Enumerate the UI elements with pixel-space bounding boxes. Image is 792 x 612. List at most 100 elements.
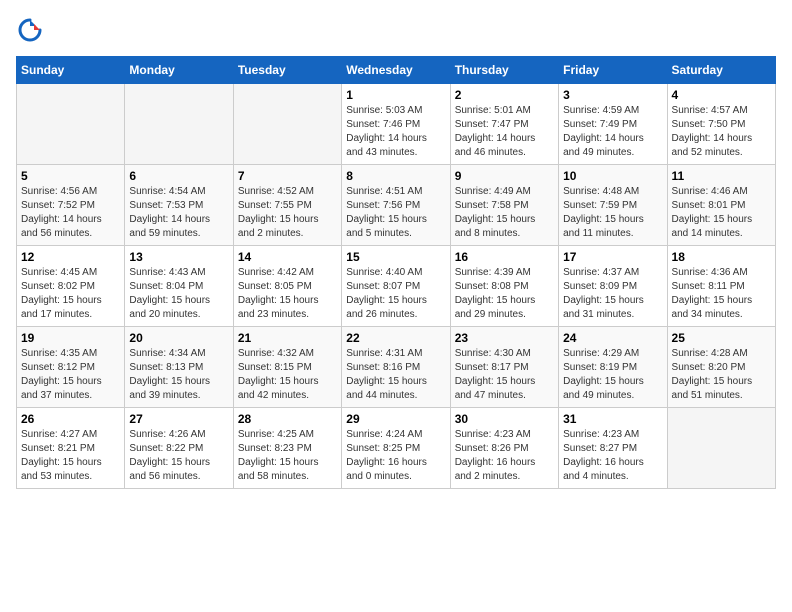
calendar-cell: 20 Sunrise: 4:34 AMSunset: 8:13 PMDayligh…	[125, 327, 233, 408]
calendar-cell: 3 Sunrise: 4:59 AMSunset: 7:49 PMDaylight…	[559, 84, 667, 165]
calendar-cell: 12 Sunrise: 4:45 AMSunset: 8:02 PMDayligh…	[17, 246, 125, 327]
calendar-week-1: 1 Sunrise: 5:03 AMSunset: 7:46 PMDaylight…	[17, 84, 776, 165]
calendar-cell: 25 Sunrise: 4:28 AMSunset: 8:20 PMDayligh…	[667, 327, 775, 408]
calendar-week-4: 19 Sunrise: 4:35 AMSunset: 8:12 PMDayligh…	[17, 327, 776, 408]
day-number: 13	[129, 250, 228, 264]
calendar-cell: 21 Sunrise: 4:32 AMSunset: 8:15 PMDayligh…	[233, 327, 341, 408]
day-info: Sunrise: 4:49 AMSunset: 7:58 PMDaylight:…	[455, 185, 554, 241]
calendar-cell: 22 Sunrise: 4:31 AMSunset: 8:16 PMDayligh…	[342, 327, 450, 408]
day-number: 20	[129, 331, 228, 345]
calendar-cell: 24 Sunrise: 4:29 AMSunset: 8:19 PMDayligh…	[559, 327, 667, 408]
day-info: Sunrise: 4:43 AMSunset: 8:04 PMDaylight:…	[129, 266, 228, 322]
day-info: Sunrise: 4:57 AMSunset: 7:50 PMDaylight:…	[672, 104, 771, 160]
day-info: Sunrise: 4:40 AMSunset: 8:07 PMDaylight:…	[346, 266, 445, 322]
calendar-cell	[233, 84, 341, 165]
day-info: Sunrise: 4:28 AMSunset: 8:20 PMDaylight:…	[672, 347, 771, 403]
day-number: 25	[672, 331, 771, 345]
day-info: Sunrise: 4:42 AMSunset: 8:05 PMDaylight:…	[238, 266, 337, 322]
calendar-cell: 5 Sunrise: 4:56 AMSunset: 7:52 PMDaylight…	[17, 165, 125, 246]
calendar-cell: 14 Sunrise: 4:42 AMSunset: 8:05 PMDayligh…	[233, 246, 341, 327]
day-info: Sunrise: 4:37 AMSunset: 8:09 PMDaylight:…	[563, 266, 662, 322]
day-number: 17	[563, 250, 662, 264]
day-info: Sunrise: 5:03 AMSunset: 7:46 PMDaylight:…	[346, 104, 445, 160]
calendar-cell: 28 Sunrise: 4:25 AMSunset: 8:23 PMDayligh…	[233, 408, 341, 489]
day-number: 11	[672, 169, 771, 183]
logo-icon	[16, 16, 44, 44]
day-number: 28	[238, 412, 337, 426]
day-info: Sunrise: 4:39 AMSunset: 8:08 PMDaylight:…	[455, 266, 554, 322]
calendar-cell: 9 Sunrise: 4:49 AMSunset: 7:58 PMDaylight…	[450, 165, 558, 246]
page-header	[16, 16, 776, 44]
day-number: 9	[455, 169, 554, 183]
calendar-cell: 11 Sunrise: 4:46 AMSunset: 8:01 PMDayligh…	[667, 165, 775, 246]
day-number: 27	[129, 412, 228, 426]
day-number: 8	[346, 169, 445, 183]
day-number: 14	[238, 250, 337, 264]
calendar-cell: 6 Sunrise: 4:54 AMSunset: 7:53 PMDaylight…	[125, 165, 233, 246]
day-number: 1	[346, 88, 445, 102]
day-number: 22	[346, 331, 445, 345]
calendar-cell: 19 Sunrise: 4:35 AMSunset: 8:12 PMDayligh…	[17, 327, 125, 408]
day-number: 10	[563, 169, 662, 183]
calendar-week-5: 26 Sunrise: 4:27 AMSunset: 8:21 PMDayligh…	[17, 408, 776, 489]
weekday-header-saturday: Saturday	[667, 57, 775, 84]
day-info: Sunrise: 4:54 AMSunset: 7:53 PMDaylight:…	[129, 185, 228, 241]
day-info: Sunrise: 5:01 AMSunset: 7:47 PMDaylight:…	[455, 104, 554, 160]
day-info: Sunrise: 4:46 AMSunset: 8:01 PMDaylight:…	[672, 185, 771, 241]
calendar-cell: 27Sunrise: 4:26 AMSunset: 8:22 PMDayligh…	[125, 408, 233, 489]
day-info: Sunrise: 4:23 AMSunset: 8:26 PMDaylight:…	[455, 428, 554, 484]
day-info: Sunrise: 4:52 AMSunset: 7:55 PMDaylight:…	[238, 185, 337, 241]
day-number: 19	[21, 331, 120, 345]
calendar-table: SundayMondayTuesdayWednesdayThursdayFrid…	[16, 56, 776, 489]
day-info: Sunrise: 4:24 AMSunset: 8:25 PMDaylight:…	[346, 428, 445, 484]
calendar-cell	[125, 84, 233, 165]
day-info: Sunrise: 4:29 AMSunset: 8:19 PMDaylight:…	[563, 347, 662, 403]
day-number: 3	[563, 88, 662, 102]
day-number: 16	[455, 250, 554, 264]
weekday-header-wednesday: Wednesday	[342, 57, 450, 84]
weekday-header-thursday: Thursday	[450, 57, 558, 84]
calendar-cell: 1 Sunrise: 5:03 AMSunset: 7:46 PMDaylight…	[342, 84, 450, 165]
day-info: Sunrise: 4:34 AMSunset: 8:13 PMDaylight:…	[129, 347, 228, 403]
calendar-cell: 2Sunrise: 5:01 AMSunset: 7:47 PMDaylight…	[450, 84, 558, 165]
day-info: Sunrise: 4:45 AMSunset: 8:02 PMDaylight:…	[21, 266, 120, 322]
calendar-cell: 4Sunrise: 4:57 AMSunset: 7:50 PMDaylight…	[667, 84, 775, 165]
calendar-week-2: 5 Sunrise: 4:56 AMSunset: 7:52 PMDaylight…	[17, 165, 776, 246]
day-number: 30	[455, 412, 554, 426]
day-number: 15	[346, 250, 445, 264]
calendar-cell: 13 Sunrise: 4:43 AMSunset: 8:04 PMDayligh…	[125, 246, 233, 327]
day-number: 12	[21, 250, 120, 264]
day-info: Sunrise: 4:32 AMSunset: 8:15 PMDaylight:…	[238, 347, 337, 403]
day-info: Sunrise: 4:35 AMSunset: 8:12 PMDaylight:…	[21, 347, 120, 403]
day-number: 7	[238, 169, 337, 183]
day-info: Sunrise: 4:51 AMSunset: 7:56 PMDaylight:…	[346, 185, 445, 241]
day-info: Sunrise: 4:25 AMSunset: 8:23 PMDaylight:…	[238, 428, 337, 484]
calendar-cell: 10 Sunrise: 4:48 AMSunset: 7:59 PMDayligh…	[559, 165, 667, 246]
calendar-cell: 15 Sunrise: 4:40 AMSunset: 8:07 PMDayligh…	[342, 246, 450, 327]
day-info: Sunrise: 4:23 AMSunset: 8:27 PMDaylight:…	[563, 428, 662, 484]
day-number: 29	[346, 412, 445, 426]
day-info: Sunrise: 4:56 AMSunset: 7:52 PMDaylight:…	[21, 185, 120, 241]
calendar-cell: 31 Sunrise: 4:23 AMSunset: 8:27 PMDayligh…	[559, 408, 667, 489]
day-info: Sunrise: 4:59 AMSunset: 7:49 PMDaylight:…	[563, 104, 662, 160]
calendar-cell	[667, 408, 775, 489]
calendar-week-3: 12 Sunrise: 4:45 AMSunset: 8:02 PMDayligh…	[17, 246, 776, 327]
calendar-cell: 18Sunrise: 4:36 AMSunset: 8:11 PMDayligh…	[667, 246, 775, 327]
weekday-header-tuesday: Tuesday	[233, 57, 341, 84]
day-number: 21	[238, 331, 337, 345]
calendar-cell	[17, 84, 125, 165]
calendar-cell: 23Sunrise: 4:30 AMSunset: 8:17 PMDayligh…	[450, 327, 558, 408]
calendar-cell: 8 Sunrise: 4:51 AMSunset: 7:56 PMDaylight…	[342, 165, 450, 246]
day-number: 26	[21, 412, 120, 426]
day-info: Sunrise: 4:27 AMSunset: 8:21 PMDaylight:…	[21, 428, 120, 484]
day-number: 5	[21, 169, 120, 183]
weekday-header-sunday: Sunday	[17, 57, 125, 84]
weekday-header-monday: Monday	[125, 57, 233, 84]
day-info: Sunrise: 4:48 AMSunset: 7:59 PMDaylight:…	[563, 185, 662, 241]
day-info: Sunrise: 4:31 AMSunset: 8:16 PMDaylight:…	[346, 347, 445, 403]
day-number: 24	[563, 331, 662, 345]
day-number: 31	[563, 412, 662, 426]
day-number: 6	[129, 169, 228, 183]
calendar-cell: 17 Sunrise: 4:37 AMSunset: 8:09 PMDayligh…	[559, 246, 667, 327]
day-info: Sunrise: 4:30 AMSunset: 8:17 PMDaylight:…	[455, 347, 554, 403]
